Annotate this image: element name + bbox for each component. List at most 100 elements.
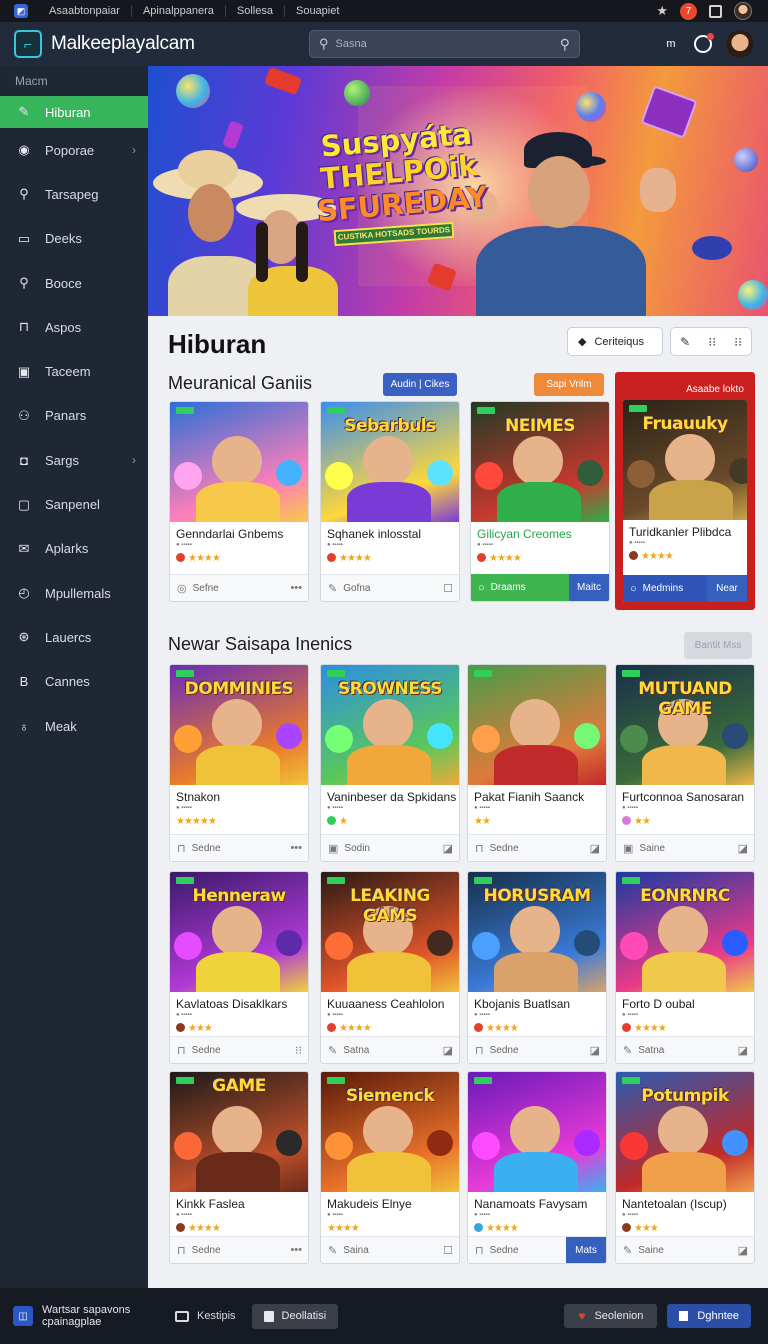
sidebar-item[interactable]: ⚲ Booce bbox=[0, 261, 148, 305]
game-card[interactable]: NEIMES Gilicyan Creomes ● ▪▪▪▪▪ ★★★★ ○ Draams… bbox=[470, 401, 610, 602]
sidebar-item[interactable]: ⚲ Tarsapeg bbox=[0, 172, 148, 216]
bookmark-star-icon[interactable]: ★ bbox=[656, 3, 668, 19]
card-footer-label[interactable]: Satna bbox=[638, 1045, 664, 1056]
card-footer-label[interactable]: Gofna bbox=[343, 583, 370, 594]
window-icon[interactable]: ▣ bbox=[623, 842, 633, 855]
game-thumbnail[interactable]: MUTUAND GAME bbox=[616, 665, 754, 785]
game-title[interactable]: Vaninbeser da Spkidans bbox=[327, 790, 457, 804]
more-options-icon[interactable]: ◪ bbox=[590, 1044, 600, 1057]
categories-button[interactable]: ◆ Ceriteiqus bbox=[567, 327, 663, 356]
card-footer-label[interactable]: Sefne bbox=[193, 583, 219, 594]
game-thumbnail[interactable]: GAME bbox=[170, 1072, 308, 1192]
game-title[interactable]: Pakat Fianih Saanck bbox=[474, 790, 604, 804]
sidebar-item[interactable]: ▢ Sanpenel bbox=[0, 482, 148, 526]
sidebar-item[interactable]: B Cannes bbox=[0, 660, 148, 704]
sidebar-item[interactable]: ♁ Meak bbox=[0, 704, 148, 748]
game-card[interactable]: Sebarbuls Sqhanek inlosstal ● ▪▪▪▪▪ ★★★★ ✎ Go… bbox=[320, 401, 460, 602]
game-thumbnail[interactable]: Sebarbuls bbox=[321, 402, 459, 522]
notification-badge[interactable]: 7 bbox=[680, 2, 697, 20]
game-title[interactable]: Kinkk Faslea bbox=[176, 1197, 306, 1211]
sidebar-item[interactable]: ⚇ Panars bbox=[0, 394, 148, 438]
brand-icon[interactable]: ◫ bbox=[13, 1306, 33, 1326]
sidebar-item[interactable]: ◉ Poporae › bbox=[0, 128, 148, 172]
game-thumbnail[interactable] bbox=[468, 1072, 606, 1192]
card-footer-label[interactable]: Draams bbox=[491, 582, 526, 593]
game-title[interactable]: Turidkanler Plibdca bbox=[629, 525, 747, 539]
grid-view-icon[interactable]: ⁝⁝ bbox=[708, 335, 716, 349]
card-footer-label[interactable]: Sedne bbox=[490, 1245, 519, 1256]
game-title[interactable]: Makudeis Elnye bbox=[327, 1197, 457, 1211]
game-card[interactable]: Siemenck Makudeis Elnye ● ▪▪▪▪▪ ★★★★ ✎ Saina ☐ bbox=[320, 1071, 460, 1264]
game-thumbnail[interactable]: Potumpik bbox=[616, 1072, 754, 1192]
card-footer-label[interactable]: Sedne bbox=[490, 843, 519, 854]
more-options-icon[interactable]: ⁝⁝ bbox=[295, 1044, 302, 1057]
game-title[interactable]: Kbojanis Buatlsan bbox=[474, 997, 604, 1011]
chevron-right-icon[interactable]: › bbox=[132, 143, 136, 157]
more-options-icon[interactable]: ••• bbox=[290, 842, 302, 854]
circle-icon[interactable]: ○ bbox=[630, 583, 637, 595]
window-icon[interactable]: ▣ bbox=[328, 842, 338, 855]
keys-button[interactable]: Kestipis bbox=[175, 1310, 236, 1322]
search-input[interactable] bbox=[335, 38, 536, 50]
game-thumbnail[interactable]: Siemenck bbox=[321, 1072, 459, 1192]
game-thumbnail[interactable]: SROWNESS bbox=[321, 665, 459, 785]
game-title[interactable]: Kuuaaness Ceahlolon bbox=[327, 997, 457, 1011]
card-footer-label[interactable]: Sedne bbox=[192, 1245, 221, 1256]
game-thumbnail[interactable]: LEAKING GAMS bbox=[321, 872, 459, 992]
game-thumbnail[interactable]: Fruauuky bbox=[623, 400, 747, 520]
edit-icon[interactable]: ✎ bbox=[680, 335, 690, 349]
game-card[interactable]: MUTUAND GAME Furtconnoa Sanosaran ● ▪▪▪▪▪ ★… bbox=[615, 664, 755, 862]
bookmark-link[interactable]: Sollesa bbox=[226, 5, 285, 17]
game-card[interactable]: Asaabe lokto Fruauuky Turidkanler Plibdca ●… bbox=[615, 372, 755, 610]
notification-icon[interactable] bbox=[694, 33, 714, 53]
card-footer-label[interactable]: Saine bbox=[639, 843, 665, 854]
pen-icon[interactable]: ✎ bbox=[328, 582, 337, 595]
user-avatar[interactable] bbox=[726, 30, 754, 58]
window-icon[interactable] bbox=[709, 4, 722, 18]
game-card[interactable]: Pakat Fianih Saanck ● ▪▪▪▪▪ ★★ ⊓ Sedne ◪ bbox=[467, 664, 607, 862]
game-card[interactable]: Genndarlai Gnbems ● ▪▪▪▪▪ ★★★★ ◎ Sefne ••• bbox=[169, 401, 309, 602]
card-action-button[interactable]: Maitc bbox=[569, 574, 609, 601]
card-footer-label[interactable]: Sedne bbox=[192, 843, 221, 854]
more-options-icon[interactable]: ☐ bbox=[443, 1244, 453, 1257]
section-filter-button[interactable]: Sapi Vrilm bbox=[534, 373, 604, 396]
sidebar-item[interactable]: ⊛ Lauercs bbox=[0, 615, 148, 659]
search-bar[interactable]: ⚲ ⚲ bbox=[309, 30, 580, 58]
search-submit-icon[interactable]: ⚲ bbox=[560, 36, 570, 53]
bag-icon[interactable]: ⊓ bbox=[177, 842, 186, 855]
app-title[interactable]: Malkeeplayalcam bbox=[51, 33, 195, 55]
pen-icon[interactable]: ✎ bbox=[623, 1044, 632, 1057]
game-card[interactable]: HORUSRAM Kbojanis Buatlsan ● ▪▪▪▪▪ ★★★★ ⊓ Sed… bbox=[467, 871, 607, 1064]
game-title[interactable]: Genndarlai Gnbems bbox=[176, 527, 306, 541]
bookmark-link[interactable]: Souapiet bbox=[285, 5, 350, 17]
primary-action-button[interactable]: Dghntee bbox=[667, 1304, 751, 1328]
game-thumbnail[interactable]: HORUSRAM bbox=[468, 872, 606, 992]
bag-icon[interactable]: ⊓ bbox=[475, 1044, 484, 1057]
sidebar-item[interactable]: ✎ Hiburan bbox=[0, 96, 148, 128]
more-options-icon[interactable]: ◪ bbox=[590, 842, 600, 855]
sidebar-item[interactable]: ▣ Taceem bbox=[0, 349, 148, 393]
pen-icon[interactable]: ✎ bbox=[623, 1244, 632, 1257]
game-title[interactable]: Nanamoats Favysam bbox=[474, 1197, 604, 1211]
more-options-icon[interactable]: ◪ bbox=[738, 1044, 748, 1057]
sidebar-item[interactable]: ⊓ Aspos bbox=[0, 305, 148, 349]
shortcut-icon[interactable]: m bbox=[662, 35, 680, 53]
pen-icon[interactable]: ✎ bbox=[328, 1044, 337, 1057]
game-card[interactable]: Potumpik Nantetoalan (Iscup) ● ▪▪▪▪▪ ★★★ ✎ Sa… bbox=[615, 1071, 755, 1264]
chevron-right-icon[interactable]: › bbox=[132, 453, 136, 467]
browser-logo-icon[interactable]: ◩ bbox=[14, 4, 28, 18]
game-card[interactable]: LEAKING GAMS Kuuaaness Ceahlolon ● ▪▪▪▪▪ ★★… bbox=[320, 871, 460, 1064]
more-options-icon[interactable]: ◪ bbox=[443, 842, 453, 855]
game-title[interactable]: Gilicyan Creomes bbox=[477, 527, 607, 541]
more-options-icon[interactable]: ••• bbox=[290, 582, 302, 594]
bag-icon[interactable]: ⊓ bbox=[475, 842, 484, 855]
more-options-icon[interactable]: ◪ bbox=[443, 1044, 453, 1057]
circle-icon[interactable]: ○ bbox=[478, 582, 485, 594]
bookmark-link[interactable]: Asaabtonpaiar bbox=[38, 5, 132, 17]
game-thumbnail[interactable] bbox=[170, 402, 308, 522]
game-title[interactable]: Furtconnoa Sanosaran bbox=[622, 790, 752, 804]
card-action-button[interactable]: Near bbox=[707, 575, 747, 602]
card-footer-label[interactable]: Satna bbox=[343, 1045, 369, 1056]
pen-icon[interactable]: ✎ bbox=[328, 1244, 337, 1257]
game-thumbnail[interactable]: DOMMINIES bbox=[170, 665, 308, 785]
